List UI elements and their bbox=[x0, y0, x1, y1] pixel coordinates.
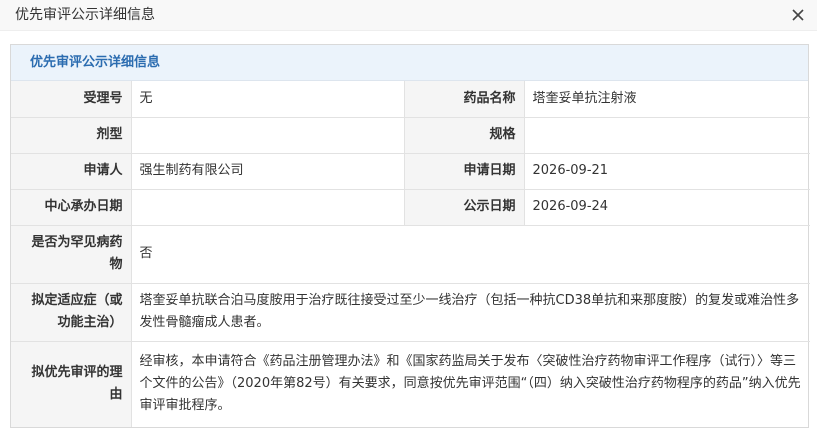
dosage-form-label: 剂型 bbox=[11, 116, 132, 154]
table-row: 受理号 无 药品名称 塔奎妥单抗注射液 bbox=[11, 81, 810, 118]
application-date-label: 申请日期 bbox=[403, 152, 525, 190]
applicant-label: 申请人 bbox=[11, 152, 132, 190]
reason-value: 经审核，本申请符合《药品注册管理办法》和《国家药监局关于发布〈突破性治疗药物审评… bbox=[130, 340, 810, 427]
rare-disease-value: 否 bbox=[130, 224, 810, 284]
table-row: 申请人 强生制药有限公司 申请日期 2026-09-21 bbox=[11, 152, 810, 190]
acceptance-no-label: 受理号 bbox=[11, 81, 132, 118]
reason-label: 拟优先审评的理由 bbox=[11, 340, 132, 427]
drug-name-label: 药品名称 bbox=[403, 81, 525, 118]
center-date-label: 中心承办日期 bbox=[11, 188, 132, 226]
table-row: 剂型 规格 bbox=[11, 116, 810, 154]
applicant-value: 强生制药有限公司 bbox=[130, 152, 405, 190]
center-date-value bbox=[130, 188, 405, 226]
table-row: 拟定适应症（或功能主治） 塔奎妥单抗联合泊马度胺用于治疗既往接受过至少一线治疗（… bbox=[11, 282, 810, 342]
application-date-value: 2026-09-21 bbox=[523, 152, 810, 190]
dosage-form-value bbox=[130, 116, 405, 154]
detail-table: 受理号 无 药品名称 塔奎妥单抗注射液 剂型 规格 申请人 强生制药有限公司 申… bbox=[11, 81, 810, 427]
close-icon[interactable] bbox=[789, 6, 807, 24]
publication-date-value: 2026-09-24 bbox=[523, 188, 810, 226]
indication-value: 塔奎妥单抗联合泊马度胺用于治疗既往接受过至少一线治疗（包括一种抗CD38单抗和来… bbox=[130, 282, 810, 342]
dialog-title: 优先审评公示详细信息 bbox=[15, 7, 155, 23]
detail-panel: 优先审评公示详细信息 受理号 无 药品名称 塔奎妥单抗注射液 剂型 规格 申请人… bbox=[10, 44, 810, 428]
table-row: 中心承办日期 公示日期 2026-09-24 bbox=[11, 188, 810, 226]
specification-label: 规格 bbox=[403, 116, 525, 154]
acceptance-no-value: 无 bbox=[130, 81, 405, 118]
drug-name-value: 塔奎妥单抗注射液 bbox=[523, 81, 810, 118]
rare-disease-label: 是否为罕见病药物 bbox=[11, 224, 132, 284]
dialog-header: 优先审评公示详细信息 bbox=[0, 0, 817, 31]
table-row: 拟优先审评的理由 经审核，本申请符合《药品注册管理办法》和《国家药监局关于发布〈… bbox=[11, 340, 810, 427]
panel-heading: 优先审评公示详细信息 bbox=[11, 45, 808, 81]
indication-label: 拟定适应症（或功能主治） bbox=[11, 282, 132, 342]
specification-value bbox=[523, 116, 810, 154]
publication-date-label: 公示日期 bbox=[403, 188, 525, 226]
table-row: 是否为罕见病药物 否 bbox=[11, 224, 810, 284]
